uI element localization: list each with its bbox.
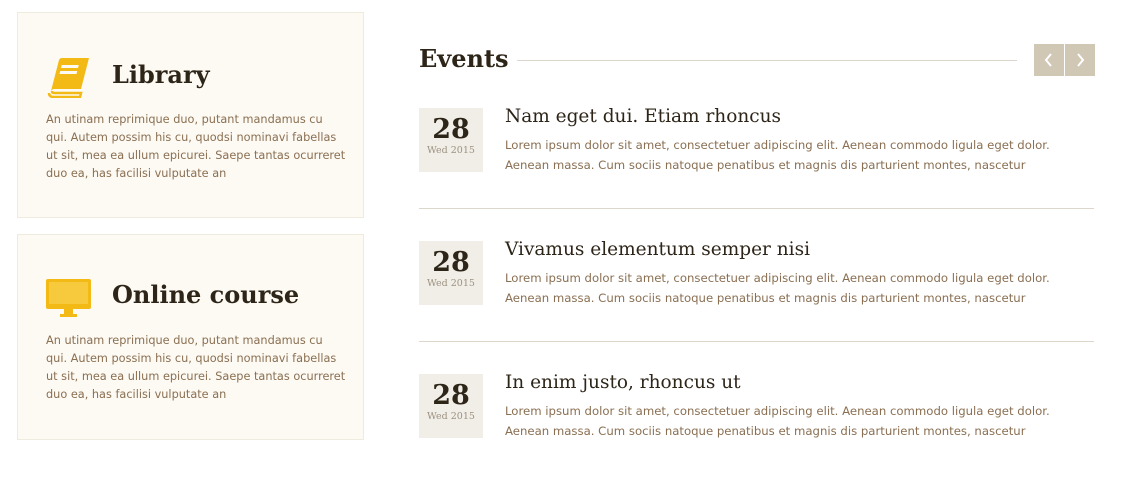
event-item: 28 Wed 2015 Nam eget dui. Etiam rhoncus … bbox=[419, 106, 1094, 218]
chevron-right-icon bbox=[1077, 53, 1085, 67]
event-day: 28 bbox=[432, 247, 470, 278]
monitor-icon bbox=[46, 279, 91, 317]
event-item: 28 Wed 2015 In enim justo, rhoncus ut Lo… bbox=[419, 372, 1094, 484]
previous-button[interactable] bbox=[1034, 44, 1064, 76]
events-heading: Events bbox=[419, 44, 509, 73]
card-title: Online course bbox=[112, 280, 300, 309]
card-description: An utinam reprimique duo, putant mandamu… bbox=[46, 113, 346, 180]
feature-card-online-course: Online course An utinam reprimique duo, … bbox=[17, 234, 364, 440]
event-description: Lorem ipsum dolor sit amet, consectetuer… bbox=[505, 271, 1050, 305]
event-description: Lorem ipsum dolor sit amet, consectetuer… bbox=[505, 138, 1050, 172]
card-header: Library bbox=[45, 56, 345, 98]
event-day: 28 bbox=[432, 114, 470, 145]
card-header: Online course bbox=[45, 276, 345, 318]
book-icon bbox=[47, 58, 89, 98]
feature-card-library: Library An utinam reprimique duo, putant… bbox=[17, 12, 364, 218]
event-day: 28 bbox=[432, 380, 470, 411]
event-title-link[interactable]: Nam eget dui. Etiam rhoncus bbox=[505, 104, 781, 130]
heading-divider bbox=[517, 60, 1017, 61]
event-date-sub: Wed 2015 bbox=[427, 278, 475, 289]
date-badge: 28 Wed 2015 bbox=[419, 108, 483, 172]
card-description: An utinam reprimique duo, putant mandamu… bbox=[46, 334, 346, 401]
event-date-sub: Wed 2015 bbox=[427, 411, 475, 422]
event-title-link[interactable]: In enim justo, rhoncus ut bbox=[505, 370, 741, 396]
event-item: 28 Wed 2015 Vivamus elementum semper nis… bbox=[419, 239, 1094, 351]
date-badge: 28 Wed 2015 bbox=[419, 241, 483, 305]
event-divider bbox=[419, 208, 1094, 209]
event-date-sub: Wed 2015 bbox=[427, 145, 475, 156]
event-title-link[interactable]: Vivamus elementum semper nisi bbox=[505, 237, 810, 263]
date-badge: 28 Wed 2015 bbox=[419, 374, 483, 438]
next-button[interactable] bbox=[1065, 44, 1095, 76]
event-divider bbox=[419, 341, 1094, 342]
card-title: Library bbox=[112, 60, 210, 89]
event-description: Lorem ipsum dolor sit amet, consectetuer… bbox=[505, 404, 1050, 438]
chevron-left-icon bbox=[1044, 53, 1052, 67]
